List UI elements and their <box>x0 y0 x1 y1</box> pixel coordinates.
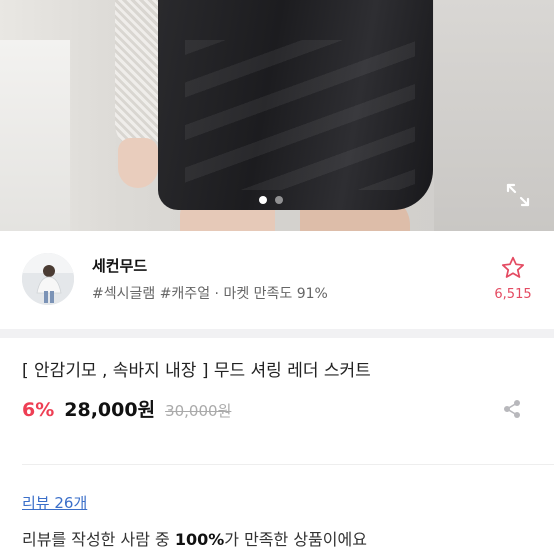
favorite-button[interactable]: 6,515 <box>494 255 532 302</box>
model-hand <box>118 138 158 188</box>
review-summary-suffix: 가 만족한 상품이에요 <box>224 530 367 549</box>
carousel-dot-2[interactable] <box>275 196 283 204</box>
review-count-link[interactable]: 리뷰 26개 <box>22 492 87 513</box>
share-icon[interactable] <box>501 398 523 420</box>
review-summary: 리뷰를 작성한 사람 중 100%가 만족한 상품이에요 <box>22 526 367 550</box>
seller-name[interactable]: 세컨무드 <box>92 255 147 276</box>
seller-meta: #섹시글램 #캐주얼 · 마켓 만족도 91% <box>92 283 328 303</box>
favorite-count: 6,515 <box>494 287 532 302</box>
product-image[interactable] <box>0 0 554 231</box>
content-divider <box>22 464 554 465</box>
product-title: [ 안감기모 , 속바지 내장 ] 무드 셔링 레더 스커트 <box>22 361 371 381</box>
section-divider <box>0 329 554 338</box>
background-wall-right <box>434 0 554 231</box>
review-summary-percent: 100% <box>174 530 225 549</box>
carousel-indicator <box>259 196 283 204</box>
seller-tags[interactable]: #섹시글램 #캐주얼 <box>92 286 210 302</box>
carousel-dot-1[interactable] <box>259 196 267 204</box>
price-row: 6% 28,000원 30,000원 <box>22 395 231 422</box>
discount-rate: 6% <box>22 399 55 421</box>
seller-avatar[interactable] <box>22 253 74 305</box>
original-price: 30,000원 <box>165 402 232 420</box>
seller-satisfaction: 마켓 만족도 91% <box>223 286 328 302</box>
meta-separator: · <box>214 286 219 302</box>
sale-price: 28,000원 <box>64 399 156 421</box>
review-summary-prefix: 리뷰를 작성한 사람 중 <box>22 530 175 549</box>
star-outline-icon <box>501 256 525 278</box>
seller-avatar-image <box>22 253 74 305</box>
expand-arrows-icon[interactable] <box>505 182 531 208</box>
skirt-shirring <box>185 40 415 190</box>
background-wall <box>0 40 70 231</box>
seller-section: 세컨무드 #섹시글램 #캐주얼 · 마켓 만족도 91% 6,515 <box>0 231 554 329</box>
